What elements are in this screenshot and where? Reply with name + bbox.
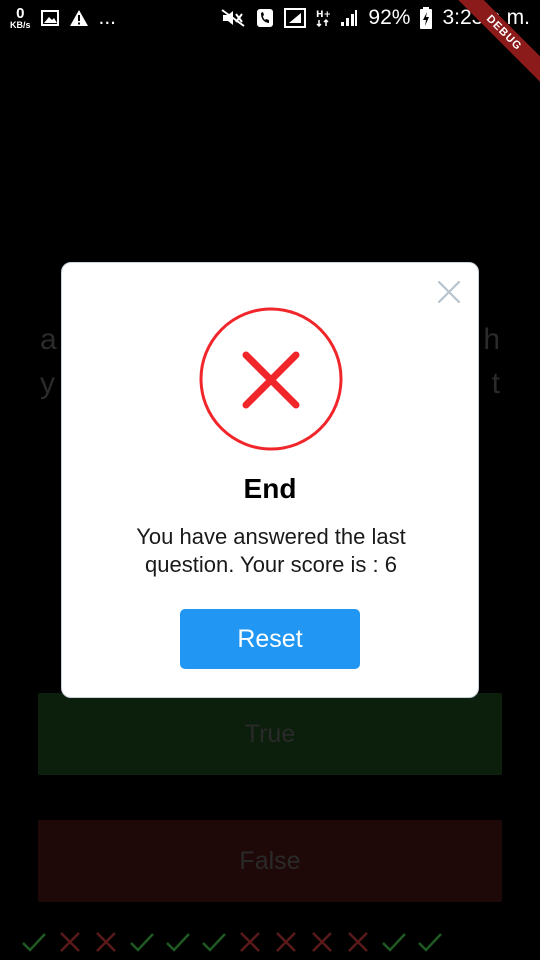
false-button[interactable]: False bbox=[38, 820, 502, 902]
cross-icon bbox=[276, 932, 296, 952]
reset-button-label: Reset bbox=[237, 624, 303, 653]
network-speed-unit: KB/s bbox=[10, 20, 31, 30]
status-bar: 0 KB/s ... H+ 92% 3:23 a.m. bbox=[0, 0, 540, 36]
true-button[interactable]: True bbox=[38, 693, 502, 775]
question-fragment: a bbox=[40, 323, 57, 356]
mute-icon bbox=[220, 8, 246, 28]
phone-icon bbox=[256, 8, 274, 28]
clock: 3:23 a.m. bbox=[442, 6, 530, 29]
battery-charging-icon bbox=[420, 7, 433, 29]
reset-button[interactable]: Reset bbox=[180, 609, 360, 669]
cross-icon bbox=[348, 932, 368, 952]
close-icon bbox=[437, 280, 461, 304]
score-keeper bbox=[20, 928, 444, 956]
cross-icon bbox=[96, 932, 116, 952]
false-button-label: False bbox=[239, 846, 301, 875]
more-notifications: ... bbox=[98, 6, 117, 29]
end-dialog: End You have answered the last question.… bbox=[61, 262, 479, 698]
signal-box-icon bbox=[284, 8, 307, 28]
check-icon bbox=[202, 933, 226, 952]
network-speed: 0 KB/s bbox=[10, 6, 31, 30]
warning-icon bbox=[69, 9, 89, 27]
check-icon bbox=[166, 933, 190, 952]
dialog-title: End bbox=[243, 473, 297, 504]
network-speed-value: 0 bbox=[16, 5, 25, 22]
cross-icon bbox=[60, 932, 80, 952]
dialog-description: You have answered the last question. You… bbox=[136, 524, 406, 577]
close-button[interactable] bbox=[434, 277, 464, 307]
question-fragment: y bbox=[40, 367, 55, 400]
question-fragment: t bbox=[491, 367, 500, 400]
svg-text:H+: H+ bbox=[316, 10, 330, 20]
cell-signal-icon bbox=[340, 9, 358, 27]
battery-percent: 92% bbox=[368, 6, 411, 29]
true-button-label: True bbox=[244, 719, 296, 748]
check-icon bbox=[130, 933, 154, 952]
cross-icon bbox=[240, 932, 260, 952]
image-icon bbox=[40, 10, 59, 26]
question-fragment: h bbox=[483, 323, 500, 356]
check-icon bbox=[418, 933, 442, 952]
error-cross-icon bbox=[199, 307, 343, 451]
data-hplus-icon: H+ bbox=[316, 8, 330, 28]
check-icon bbox=[382, 933, 406, 952]
cross-icon bbox=[312, 932, 332, 952]
check-icon bbox=[22, 933, 46, 952]
